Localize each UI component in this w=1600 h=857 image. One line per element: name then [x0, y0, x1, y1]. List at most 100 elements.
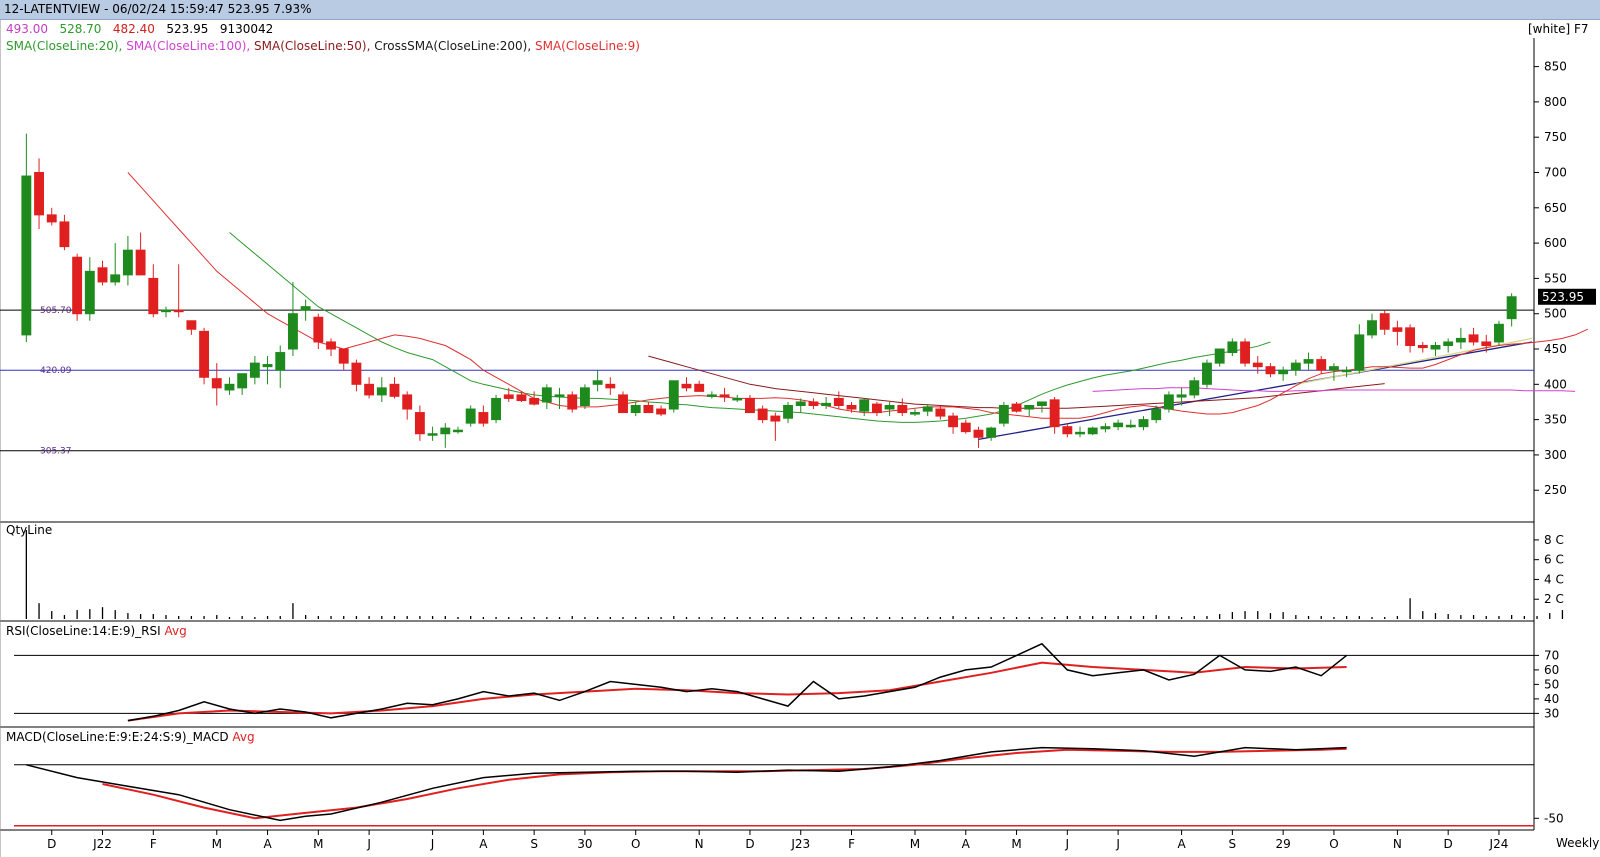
candle-body — [910, 412, 920, 415]
candle-body — [376, 387, 387, 396]
price-tick-label: 700 — [1544, 166, 1567, 180]
candle-body — [694, 383, 705, 392]
macd-pane-label: MACD(CloseLine:E:9:E:24:S:9)_MACD Avg — [6, 730, 255, 744]
candle-body — [161, 309, 171, 313]
candle-body — [821, 402, 832, 406]
rsi-avg-label: Avg — [164, 624, 187, 638]
macd-label: MACD(CloseLine:E:9:E:24:S:9)_MACD — [6, 730, 229, 744]
candle-body — [1354, 334, 1365, 371]
legend-sma20[interactable]: SMA(CloseLine:20), — [6, 39, 122, 53]
candle-body — [224, 383, 235, 391]
legend-cross-sma200[interactable]: CrossSMA(CloseLine:200), — [374, 39, 531, 53]
quote-close: 523.95 — [166, 22, 209, 36]
x-tick-label: M — [313, 837, 323, 851]
candle-body — [897, 405, 908, 414]
sma50-line — [648, 355, 1385, 409]
candle-body — [554, 394, 565, 397]
candle-body — [21, 175, 32, 336]
theme-label[interactable]: [white] F7 — [1528, 22, 1589, 36]
chart-canvas[interactable]: 250 300 350 400 450 500 550 600 650 700 750 800 850 5… — [0, 0, 1600, 857]
candle-body — [516, 394, 527, 402]
price-tick-label: 600 — [1544, 236, 1567, 250]
candle-body — [1405, 327, 1416, 346]
candle-body — [1316, 359, 1327, 371]
x-tick-label: M — [212, 837, 222, 851]
candle-body — [630, 405, 641, 414]
x-tick-label: D — [1444, 837, 1453, 851]
candle-body — [1163, 394, 1174, 410]
x-tick-label: J — [1115, 837, 1120, 851]
candle-body — [1113, 422, 1124, 428]
candle-body — [148, 277, 159, 315]
candle-body — [846, 405, 857, 410]
level-label: 505.70 — [40, 306, 72, 316]
candle-body — [414, 412, 425, 435]
legend-sma9[interactable]: SMA(CloseLine:9) — [535, 39, 640, 53]
candle-body — [1100, 426, 1111, 430]
candle-body — [453, 429, 463, 433]
rsi-tick-label: 50 — [1544, 677, 1559, 691]
candle-body — [364, 383, 375, 396]
rsi-label: RSI(CloseLine:14:E:9)_RSI — [6, 624, 161, 638]
x-tick-label: N — [1393, 837, 1402, 851]
candle-body — [1138, 419, 1149, 428]
candle-body — [440, 427, 451, 435]
x-tick-label: 29 — [1276, 837, 1291, 851]
rsi-tick-label: 60 — [1544, 663, 1559, 677]
legend-sma100[interactable]: SMA(CloseLine:100), — [126, 39, 250, 53]
legend-sma50[interactable]: SMA(CloseLine:50), — [254, 39, 370, 53]
candle-body — [389, 383, 400, 397]
candle-body — [1455, 337, 1466, 343]
candle-body — [1481, 341, 1492, 346]
quote-open: 493.00 — [6, 22, 48, 36]
level-label: 305.37 — [40, 447, 72, 457]
price-tick-label: 650 — [1544, 201, 1567, 215]
candle-body — [262, 364, 273, 368]
candle-body — [1443, 341, 1454, 346]
macd-line — [26, 746, 1347, 822]
candle-body — [1125, 424, 1136, 428]
volume-tick-label: 2 C — [1544, 592, 1564, 606]
candle-body — [326, 341, 336, 350]
candle-body — [998, 405, 1009, 424]
x-tick-label: J23 — [790, 837, 810, 851]
x-tick-label: J — [366, 837, 371, 851]
x-tick-label: A — [962, 837, 971, 851]
x-tick-label: J — [1065, 837, 1070, 851]
volume-pane-label: QtyLine — [6, 523, 53, 537]
price-tick-label: 250 — [1544, 483, 1567, 497]
x-tick-label: A — [479, 837, 488, 851]
price-tick-label: 300 — [1544, 448, 1567, 462]
x-tick-label: S — [1229, 837, 1237, 851]
candle-body — [1278, 369, 1289, 375]
candle-body — [529, 397, 540, 405]
candle-body — [122, 249, 133, 276]
x-tick-label: D — [47, 837, 56, 851]
candle-body — [668, 380, 679, 410]
candle-body — [770, 415, 781, 422]
candle-body — [1252, 362, 1263, 368]
x-tick-label: O — [631, 837, 640, 851]
candle-body — [643, 405, 654, 414]
price-tick-label: 500 — [1544, 307, 1567, 321]
candle-body — [199, 330, 210, 378]
candle-body — [935, 408, 946, 417]
timeframe-label[interactable]: Weekly — [1556, 836, 1599, 850]
candle-body — [973, 429, 984, 438]
quote-high: 528.70 — [59, 22, 102, 36]
candle-body — [871, 403, 882, 414]
x-tick-label: F — [150, 837, 157, 851]
candle-body — [1227, 341, 1238, 354]
price-tick-label: 550 — [1544, 271, 1567, 285]
volume-tick-label: 8 C — [1544, 533, 1564, 547]
candle-body — [1087, 427, 1098, 435]
candle-body — [541, 387, 552, 403]
quote-line: 493.00 528.70 482.40 523.95 9130042 — [6, 22, 273, 36]
candle-body — [46, 214, 57, 223]
candle-body — [1265, 366, 1276, 375]
candle-body — [1202, 362, 1212, 385]
candle-body — [859, 399, 870, 412]
candle-body — [1303, 359, 1314, 364]
candle-body — [1379, 313, 1390, 330]
candle-body — [960, 422, 971, 433]
